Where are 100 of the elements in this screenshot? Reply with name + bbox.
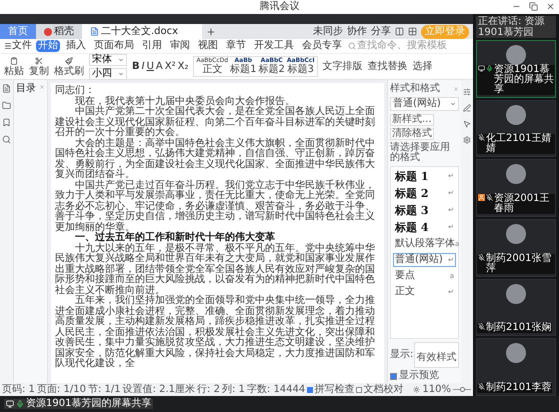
toolbar-action[interactable]: 分享 [371, 26, 391, 36]
chevron-down-icon [450, 101, 456, 107]
search-icon[interactable] [2, 135, 11, 144]
size-select[interactable]: 小四 [89, 68, 127, 80]
document-icon [90, 27, 99, 36]
font-select[interactable]: 宋体 [89, 54, 127, 66]
section-heading: 一、过去五年的工作和新时代十年的伟大变革 [74, 233, 276, 243]
style-action-button[interactable]: 新样式... [390, 114, 434, 126]
tab-label: 二十大全文.docx [101, 26, 178, 36]
scissors-icon [35, 56, 43, 64]
restore-icon[interactable] [529, 2, 538, 11]
status-checkbox[interactable]: 文档校对 [356, 384, 404, 394]
search-icon [348, 42, 356, 50]
format-button[interactable]: X₂ [178, 62, 188, 72]
document-tab[interactable]: 二十大全文.docx [82, 24, 202, 39]
ribbon-tab[interactable]: 会员专享 [300, 40, 344, 52]
document-tab[interactable]: 稻壳 [36, 24, 82, 39]
format-button[interactable]: B [132, 62, 140, 72]
chevron-down-icon [118, 70, 124, 76]
avatar [506, 45, 526, 65]
clipboard-button[interactable]: 复制 [29, 56, 49, 76]
zoom-thumb[interactable] [460, 387, 465, 392]
brush-icon [65, 56, 73, 64]
ribbon-tab[interactable]: 页面布局 [92, 40, 136, 52]
panel-title: 样式和格式 [390, 84, 440, 94]
format-button[interactable]: X² [164, 62, 176, 72]
status-checkbox[interactable]: 拼写检查 [307, 384, 354, 394]
speaking-indicator: 正在讲话: 资源1901慕芳园 [476, 16, 556, 38]
participant-tile[interactable]: 化工2101王婧婧 [476, 100, 556, 158]
file-menu[interactable]: 文件 [4, 41, 32, 51]
avatar [506, 284, 526, 304]
new-tab-icon[interactable] [206, 26, 216, 36]
ribbon-tab[interactable]: 插入 [64, 40, 88, 52]
status-field: 字数: 14444 [246, 384, 306, 394]
avatar [506, 224, 526, 244]
participant-name: 制药2001张雪萍 [486, 254, 552, 274]
tab-label: 稻壳 [54, 26, 74, 36]
clipboard-button[interactable]: 格式刷 [54, 56, 84, 76]
document-paragraph: 中国共产党第二十次全国代表大会，是在全党全国各族人民迈上全面建设社会主义现代化国家新征程、向第二个百年奋斗目标进军的关键时刻召开的一次十分重要的大会。 [55, 107, 376, 138]
outline-icon[interactable] [2, 84, 11, 93]
participant-tile[interactable]: 资源1901慕芳园的屏幕共享 [476, 40, 556, 98]
document-paragraph: 同志们： [55, 86, 96, 96]
style-action-button[interactable]: 清除格式 [390, 128, 434, 140]
pointer-icon[interactable] [463, 120, 471, 128]
toolbar-action[interactable]: 未同步 [313, 26, 343, 36]
toolbar-action[interactable]: 协作 [347, 26, 367, 36]
status-field: 节: 1/1 [88, 384, 121, 394]
ribbon-tool[interactable]: 选择 [412, 62, 433, 72]
format-button[interactable]: U [146, 62, 154, 72]
participant-name: 资源1901慕芳园的屏幕共享 [494, 64, 554, 95]
ribbon-tab[interactable]: 引用 [140, 40, 164, 52]
format-button[interactable]: A [156, 62, 163, 72]
layout-icon[interactable] [395, 27, 404, 36]
ribbon-tool[interactable]: 查找替换 [368, 62, 408, 72]
status-field: 页面: 1/10 [36, 384, 86, 394]
ribbon-tab[interactable]: 开始 [36, 40, 60, 52]
ribbon-tool[interactable]: 文字排版 [322, 62, 363, 72]
sliders-icon[interactable] [463, 88, 471, 96]
status-field: 页码: 1 [2, 384, 35, 394]
style-prompt: 请选择要应用的格式 [390, 143, 451, 163]
share-label: 资源1901慕芳园的屏幕共享 [4, 399, 154, 409]
settings-icon[interactable] [463, 136, 471, 144]
participant-tile[interactable]: 制药2101张娴 [476, 278, 556, 336]
ribbon-tab[interactable]: 开发工具 [252, 40, 296, 52]
ribbon-tab[interactable]: 审阅 [168, 40, 192, 52]
app-logo-icon [44, 28, 52, 36]
participant-name: 制药2101张娴 [486, 323, 552, 334]
clipboard-icon [10, 56, 18, 64]
participant-name: 化工2101王婧婧 [486, 134, 552, 154]
screen-share-icon [6, 400, 14, 408]
avatar [506, 164, 526, 184]
menu-icon [4, 42, 12, 50]
chevron-down-icon [118, 56, 124, 62]
document-paragraph: 现在，我代表第十九届中央委员会向大会作报告。 [74, 96, 295, 106]
grid-icon[interactable] [408, 27, 417, 36]
show-select[interactable]: 有效样式 [414, 342, 459, 368]
ribbon-tab[interactable]: 章节 [224, 40, 248, 52]
document-paragraph: 十九大以来的五年，是极不寻常、极不平凡的五年。党中央统筹中华民族伟大复兴战略全局和世界百年未有之大变局，就党和国家事业发展作出重大战略部署，团结带领全党全军全国各族人民有效应对严峻复杂的国际形势和接踵而至的巨大风险挑战，以奋发有为的精神把新时代中国特色社会主义不断推向前进。 [55, 244, 376, 296]
document-paragraph: 五年来，我们坚持加强党的全面领导和党中央集中统一领导，全力推进全面建成小康社会进程，完整、准确、全面贯彻新发展理念，着力推动高质量发展，主动构建新发展格局，蹄疾步稳推进改革，扎实推进全过程人民民主，全面推进依法治国，积极发展社会主义先进文化，突出保障和改善民生，集中力量实施脱贫攻坚战，大力推进生态文明建设，坚决维护国家安全，防范化解重大风险，保持社会大局稳定，大力度推进国防和军队现代化建设，全 [55, 296, 376, 370]
document-paragraph: 中国共产党已走过百年奋斗历程。我们党立志于中华民族千秋伟业，致力于人类和平与发展崇高事业，责任无比重大，使命无上光荣。全党同志务必不忘初心、牢记使命，务必谦虚谨慎、艰苦奋斗，务必敢于斗争、善于斗争，坚定历史自信，增强历史主动，谱写新时代中国特色社会主义更加绚丽的华章。 [55, 180, 376, 232]
close-icon[interactable] [546, 2, 555, 11]
status-field: 设置值: 2.1厘米 [122, 384, 196, 394]
participant-name: 资源2001王春雨 [494, 194, 550, 214]
folder-icon[interactable] [2, 101, 11, 110]
bookmark-icon[interactable] [2, 118, 11, 127]
preview-checkbox[interactable]: 显示预览 [390, 371, 459, 383]
participant-name: 制药2101李蓉 [486, 383, 552, 394]
document-paragraph: 大会的主题是：高举中国特色社会主义伟大旗帜，全面贯彻新时代中国特色社会主义思想，弘扬伟大建党精神，自信自强、守正创新，踔厉奋发、勇毅前行，为全面建设社会主义现代化国家、全面推进中华民族伟大复兴而团结奋斗。 [55, 138, 376, 180]
avatar [506, 104, 526, 125]
eye-protection-icon[interactable] [413, 386, 420, 393]
format-button[interactable]: I [142, 62, 145, 72]
participant-tile[interactable]: 制药2101李蓉 [476, 338, 556, 396]
ribbon-tab[interactable]: 视图 [196, 40, 220, 52]
pen-icon[interactable] [463, 104, 471, 112]
current-style-field[interactable]: 普通(网站) [390, 97, 459, 111]
participant-tile[interactable]: 资源2001王春雨 [476, 159, 556, 218]
clipboard-button[interactable]: 粘贴 [4, 56, 24, 76]
outline-title: 目录 [16, 84, 36, 94]
avatar [506, 343, 526, 364]
participant-tile[interactable]: 制药2001张雪萍 [476, 219, 556, 277]
